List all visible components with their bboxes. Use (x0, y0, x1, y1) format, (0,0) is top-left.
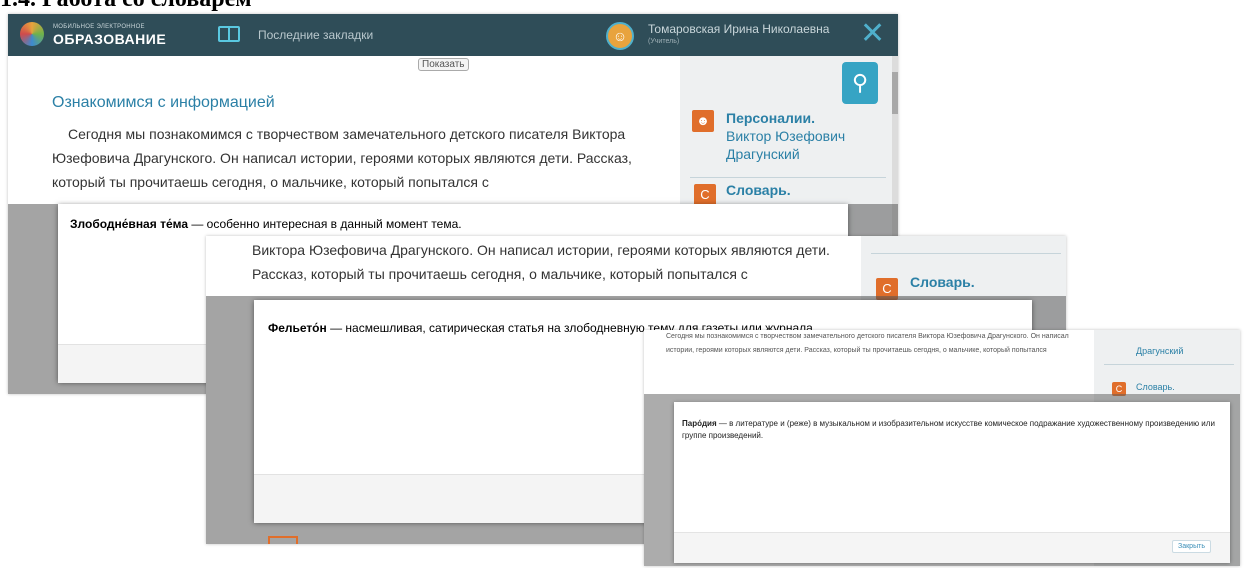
lesson-text: Сегодня мы познакомимся с творчеством за… (666, 333, 1069, 354)
close-icon[interactable]: ✕ (860, 18, 885, 50)
show-button[interactable]: Показать (418, 58, 469, 71)
divider (690, 177, 886, 178)
person-icon[interactable]: ☻ (692, 110, 714, 132)
definition-text: Злободне́вная те́ма — особенно интересна… (70, 217, 462, 231)
logo-title: ОБРАЗОВАНИЕ (53, 31, 167, 47)
definition-term: Злободне́вная те́ма (70, 217, 189, 231)
logo-icon (20, 22, 44, 46)
sidebar-item-dictionary[interactable]: Словарь. (726, 182, 791, 198)
key-icon[interactable]: ⚲ (842, 62, 878, 104)
section-heading: Ознакомимся с информацией (52, 94, 275, 111)
sidebar-item-dictionary[interactable]: Словарь. (1136, 382, 1175, 392)
screenshot-3: Сегодня мы познакомимся с творчеством за… (644, 330, 1240, 566)
user-name[interactable]: Томаровская Ирина Николаевна (648, 22, 829, 36)
sidebar-personalia-name[interactable]: Виктор Юзефович (726, 128, 845, 144)
lesson-text: Сегодня мы познакомимся с творчеством за… (52, 126, 632, 190)
definition-body: — особенно интересная в данный момент те… (188, 217, 462, 231)
definition-term: Фельето́н (268, 321, 327, 335)
lesson-text: Виктора Юзефовича Драгунского. Он написа… (252, 242, 830, 282)
user-role: (Учитель) (648, 38, 680, 45)
dictionary-icon[interactable]: С (694, 184, 716, 206)
divider (1104, 364, 1234, 365)
definition-text: Паро́дия — в литературе и (реже) в музык… (682, 418, 1216, 442)
user-avatar-icon[interactable]: ☺ (606, 22, 634, 50)
bookmarks-link[interactable]: Последние закладки (258, 28, 373, 42)
definition-body: — в литературе и (реже) в музыкальном и … (682, 419, 1215, 440)
logo-subtitle: МОБИЛЬНОЕ ЭЛЕКТРОННОЕ (53, 24, 145, 30)
sidebar-item-personalia[interactable]: Персоналии. (726, 110, 815, 126)
close-button[interactable]: Закрыть (1172, 540, 1211, 553)
definition-term: Паро́дия (682, 419, 717, 428)
sidebar-item-dictionary[interactable]: Словарь. (910, 274, 975, 290)
modal-footer (674, 532, 1230, 563)
scrollbar-thumb[interactable] (892, 72, 898, 114)
slide-title: 1.4. Работа со словарём (0, 0, 252, 13)
sidebar-personalia-surname[interactable]: Драгунский (726, 146, 800, 162)
book-icon[interactable] (268, 536, 298, 544)
divider (871, 253, 1061, 254)
sidebar-personalia-surname[interactable]: Драгунский (1136, 346, 1183, 356)
bookmarks-icon[interactable] (218, 26, 240, 42)
